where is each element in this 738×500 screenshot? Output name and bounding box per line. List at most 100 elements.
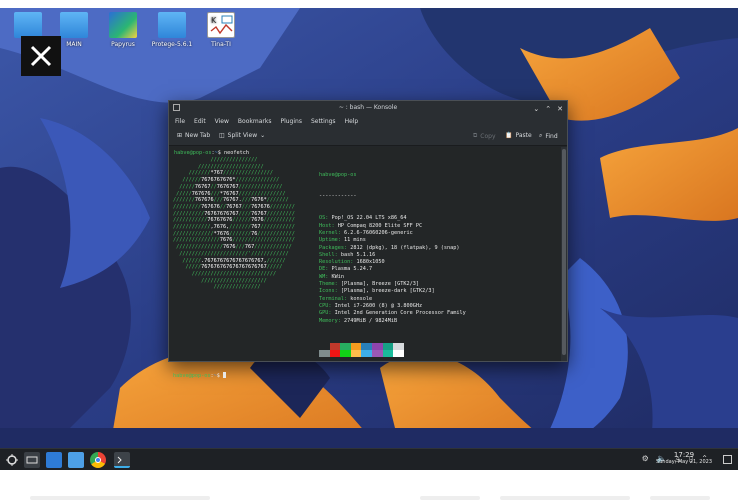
desktop-icon-tina[interactable]: K Tina-TI bbox=[195, 12, 247, 48]
placeholder-bar bbox=[650, 496, 710, 500]
window-title: ~ : bash — Konsole bbox=[338, 104, 398, 111]
desktop-icon-label: Papyrus bbox=[111, 41, 135, 48]
document-folder-icon bbox=[60, 12, 88, 38]
settings-tray-icon[interactable]: ⚙ bbox=[642, 454, 649, 463]
konsole-icon[interactable] bbox=[114, 452, 130, 468]
info-key: Theme: bbox=[319, 281, 341, 288]
neofetch-info: habve@pop-os ------------ OS: Pop!_OS 22… bbox=[319, 157, 466, 339]
color-swatch bbox=[329, 350, 341, 357]
find-button[interactable]: ⌕ Find bbox=[539, 132, 558, 140]
placeholder-bar bbox=[30, 496, 210, 500]
window-titlebar[interactable]: ~ : bash — Konsole ⌄ ⌃ ✕ bbox=[169, 101, 567, 115]
color-swatch bbox=[393, 350, 404, 357]
info-row: Icons: [Plasma], breeze-dark [GTK2/3] bbox=[319, 288, 466, 295]
show-desktop-button[interactable] bbox=[723, 455, 732, 464]
menu-file[interactable]: File bbox=[175, 115, 185, 128]
konsole-window-icon[interactable] bbox=[173, 104, 180, 111]
active-prompt: habve@pop-os:~$ bbox=[173, 372, 226, 379]
prompt-user-host: habve@pop-os bbox=[174, 150, 212, 156]
color-swatch bbox=[329, 343, 341, 350]
logo-line: ///////////////7676///767//////////// bbox=[173, 244, 292, 251]
menu-settings[interactable]: Settings bbox=[311, 115, 336, 128]
info-value: 2812 (dpkg), 18 (flatpak), 9 (snap) bbox=[350, 244, 460, 251]
clock-time: 17:29 bbox=[673, 451, 695, 459]
find-label: Find bbox=[545, 132, 558, 140]
placeholder-bar bbox=[420, 496, 480, 500]
maximize-button[interactable]: ⌃ bbox=[545, 102, 551, 116]
info-row: Kernel: 6.2.6-76060206-generic bbox=[319, 230, 466, 237]
info-value: [Plasma], Breeze [GTK2/3] bbox=[340, 281, 419, 288]
info-row: Host: HP Compaq 8200 Elite SFF PC bbox=[319, 223, 466, 230]
logo-line: ///////////////////// bbox=[173, 277, 267, 284]
logo-line: ///////767676///76767.///7676*/////// bbox=[173, 197, 289, 204]
logo-line: /////////////// bbox=[173, 157, 258, 163]
search-icon: ⌕ bbox=[539, 132, 543, 139]
info-value: 2749MiB / 9824MiB bbox=[344, 317, 398, 324]
menu-bookmarks[interactable]: Bookmarks bbox=[238, 115, 272, 128]
logo-line: /////////////*7676///////76//////////// bbox=[173, 230, 295, 237]
info-key: Icons: bbox=[319, 288, 341, 295]
menu-edit[interactable]: Edit bbox=[194, 115, 206, 128]
info-row: CPU: Intel i7-2600 (8) @ 3.800GHz bbox=[319, 303, 466, 310]
info-key: Terminal: bbox=[319, 295, 351, 302]
pager-icon[interactable] bbox=[24, 452, 40, 468]
terminal-scrollbar[interactable] bbox=[561, 147, 567, 361]
dolphin-icon[interactable] bbox=[68, 452, 84, 468]
info-row: Shell: bash 5.1.16 bbox=[319, 252, 466, 259]
color-swatch bbox=[361, 350, 372, 357]
minimize-button[interactable]: ⌄ bbox=[533, 102, 539, 116]
new-tab-button[interactable]: ⊞ New Tab bbox=[177, 132, 210, 139]
info-row: GPU: Intel 2nd Generation Core Processor… bbox=[319, 310, 466, 317]
chevron-down-icon: ⌄ bbox=[260, 132, 266, 139]
info-key: WM: bbox=[319, 273, 332, 280]
info-row: Terminal: konsole bbox=[319, 296, 466, 303]
info-value: bash 5.1.16 bbox=[340, 251, 376, 258]
command-text: neofetch bbox=[223, 150, 249, 156]
split-view-button[interactable]: ◫ Split View ⌄ bbox=[219, 132, 265, 139]
svg-text:K: K bbox=[211, 16, 217, 25]
info-key: DE: bbox=[319, 266, 332, 273]
terminal-area[interactable]: habve@pop-os:~$ neofetch ///////////////… bbox=[169, 147, 563, 379]
color-swatch bbox=[371, 343, 383, 350]
text-cursor bbox=[222, 372, 226, 378]
scrollbar-thumb[interactable] bbox=[562, 149, 566, 355]
paste-icon: 📋 bbox=[505, 132, 513, 139]
info-row: Theme: [Plasma], Breeze [GTK2/3] bbox=[319, 281, 466, 288]
logo-line: /////76767//7676767////////////// bbox=[173, 183, 283, 190]
desktop-icon-papyrus[interactable]: Papyrus bbox=[97, 12, 149, 48]
close-window-button[interactable]: ✕ bbox=[557, 102, 563, 116]
taskbar: ⚙ 🔈 ◬ ▯ ⌃ 17:29 Sunday, May 21, 2023 bbox=[0, 448, 738, 470]
color-swatch bbox=[371, 350, 383, 357]
close-overlay-button[interactable] bbox=[21, 36, 61, 76]
color-swatch bbox=[340, 343, 351, 350]
info-key: Resolution: bbox=[319, 259, 357, 266]
info-value: Intel i7-2600 (8) @ 3.800GHz bbox=[334, 302, 423, 309]
chrome-icon[interactable] bbox=[90, 452, 106, 468]
color-swatch bbox=[382, 343, 394, 350]
logo-line: ///////////////7676//////////////////// bbox=[173, 237, 295, 244]
discover-icon[interactable] bbox=[46, 452, 62, 468]
info-row: Memory: 2749MiB / 9824MiB bbox=[319, 318, 466, 325]
info-value: konsole bbox=[350, 295, 373, 302]
info-value: 1680x1050 bbox=[356, 259, 385, 266]
app-launcher-icon[interactable] bbox=[4, 452, 20, 468]
info-key: Host: bbox=[319, 222, 338, 229]
menu-help[interactable]: Help bbox=[345, 115, 359, 128]
info-key: Kernel: bbox=[319, 229, 344, 236]
info-row: WM: KWin bbox=[319, 274, 466, 281]
info-value: [Plasma], breeze-dark [GTK2/3] bbox=[340, 288, 435, 295]
placeholder-bar bbox=[500, 496, 630, 500]
copy-button[interactable]: ⧉ Copy bbox=[473, 132, 496, 140]
konsole-toolbar: ⊞ New Tab ◫ Split View ⌄ ⧉ Copy 📋 Paste … bbox=[169, 128, 567, 146]
folder-icon bbox=[158, 12, 186, 38]
prompt-symbol: $ bbox=[217, 150, 221, 156]
menu-plugins[interactable]: Plugins bbox=[280, 115, 302, 128]
info-key: OS: bbox=[319, 215, 332, 222]
menu-view[interactable]: View bbox=[215, 115, 229, 128]
konsole-window[interactable]: ~ : bash — Konsole ⌄ ⌃ ✕ File Edit View … bbox=[168, 100, 568, 379]
paste-button[interactable]: 📋 Paste bbox=[505, 132, 532, 139]
logo-line: //////.7676767676767676767,////// bbox=[173, 257, 286, 264]
desktop-icon-protege[interactable]: Protege-5.6.1 bbox=[146, 12, 198, 48]
digital-clock[interactable]: 17:29 Sunday, May 21, 2023 bbox=[654, 451, 714, 465]
logo-line: /////////767676//76767///767676//////// bbox=[173, 203, 295, 210]
